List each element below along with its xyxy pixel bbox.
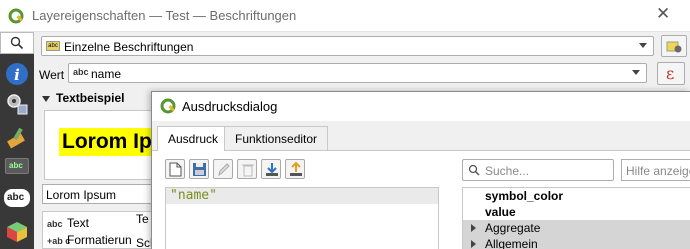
tree-group-general[interactable]: Allgemein: [463, 236, 690, 249]
window-title: Layereigenschaften — Test — Beschriftung…: [32, 8, 297, 23]
string-field-icon: abc: [73, 67, 89, 77]
masks-icon[interactable]: abc: [4, 189, 30, 207]
value-field-value: name: [91, 67, 122, 81]
qgis-logo-icon: [8, 8, 25, 28]
auto-placement-button[interactable]: [661, 35, 687, 57]
function-search-input[interactable]: Suche...: [462, 159, 614, 181]
delete-icon: [242, 164, 254, 177]
tab-expression[interactable]: Ausdruck: [157, 126, 230, 152]
help-placeholder: Hilfe anzeigen: [626, 164, 690, 178]
expression-button[interactable]: ε: [657, 62, 685, 85]
tab-function-editor[interactable]: Funktionseditor: [224, 126, 329, 151]
new-file-icon: [169, 162, 182, 177]
dialog-titlebar: Ausdrucksdialog: [152, 92, 690, 121]
window-titlebar: Layereigenschaften — Test — Beschriftung…: [0, 0, 690, 32]
expand-arrow-icon[interactable]: [471, 224, 476, 232]
labels-icon-text: abc: [9, 161, 23, 170]
collapse-icon: [42, 95, 50, 102]
value-field-combo[interactable]: abc name: [68, 63, 647, 83]
import-button[interactable]: [261, 159, 281, 179]
chevron-down-icon: [639, 43, 647, 48]
tree-item[interactable]: symbol_color: [463, 188, 690, 204]
dialog-tabs: Ausdruck Funktionseditor: [152, 121, 690, 152]
edit-button: [213, 159, 233, 179]
tree-item-label: Allgemein: [485, 237, 538, 249]
export-button[interactable]: [285, 159, 305, 179]
list-item-formatting[interactable]: +ab cFormatierun: [47, 233, 132, 247]
label-tool-icon: [666, 41, 682, 53]
list-item-text[interactable]: abc Text: [47, 216, 89, 230]
save-button[interactable]: [189, 159, 209, 179]
new-file-button[interactable]: [165, 159, 185, 179]
info-icon[interactable]: i: [5, 62, 29, 86]
sidebar-search[interactable]: [0, 32, 34, 54]
text-sample-title: Textbeispiel: [56, 91, 125, 105]
expression-dialog: Ausdrucksdialog Ausdruck Funktionseditor…: [151, 91, 690, 249]
partial-label: Te: [136, 212, 149, 226]
search-placeholder: Suche...: [485, 164, 530, 178]
formatting-icon: +ab c: [47, 236, 71, 246]
close-icon[interactable]: ✕: [656, 4, 670, 24]
dialog-title: Ausdrucksdialog: [182, 99, 278, 114]
expand-arrow-icon[interactable]: [471, 240, 476, 248]
edit-icon: [218, 163, 230, 177]
delete-button: [237, 159, 257, 179]
import-icon: [266, 163, 278, 176]
expression-icon: ε: [666, 64, 675, 83]
svg-text:i: i: [14, 66, 20, 84]
text-format-icon: abc: [47, 219, 63, 229]
help-search-input[interactable]: Hilfe anzeigen: [621, 159, 690, 181]
qgis-logo-icon: [160, 98, 177, 118]
dialog-body: "name" Suche... Hilfe anzeigen symbol_co…: [152, 151, 690, 249]
function-tree: symbol_color value Aggregate Allgemein: [462, 187, 690, 249]
masks-icon-text: abc: [7, 192, 25, 203]
list-item-label: Formatierun: [67, 233, 132, 247]
tree-item-label: value: [485, 205, 516, 219]
symbology-icon[interactable]: [5, 125, 29, 149]
list-item-label: Text: [67, 216, 90, 230]
source-icon[interactable]: [5, 92, 29, 116]
search-icon: [10, 36, 24, 50]
label-mode-value: Einzelne Beschriftungen: [64, 40, 194, 54]
tree-item-label: symbol_color: [485, 189, 564, 203]
3d-view-icon[interactable]: [5, 220, 29, 244]
tree-group-aggregate[interactable]: Aggregate: [463, 220, 690, 236]
expression-text: "name": [170, 188, 217, 203]
labels-icon[interactable]: abc: [5, 158, 29, 174]
save-icon: [193, 163, 206, 176]
export-icon: [290, 162, 302, 176]
sidebar: i abc abc: [0, 32, 34, 249]
text-sample-header[interactable]: Textbeispiel: [42, 91, 124, 105]
label-mode-combo[interactable]: abc Einzelne Beschriftungen: [41, 36, 654, 56]
value-label: Wert: [39, 68, 65, 82]
labels-icon: abc: [46, 41, 60, 51]
tree-item-label: Aggregate: [485, 221, 541, 235]
chevron-down-icon: [632, 70, 640, 75]
expression-editor[interactable]: "name": [165, 187, 439, 249]
tree-item[interactable]: value: [463, 204, 690, 220]
search-icon: [468, 164, 480, 176]
